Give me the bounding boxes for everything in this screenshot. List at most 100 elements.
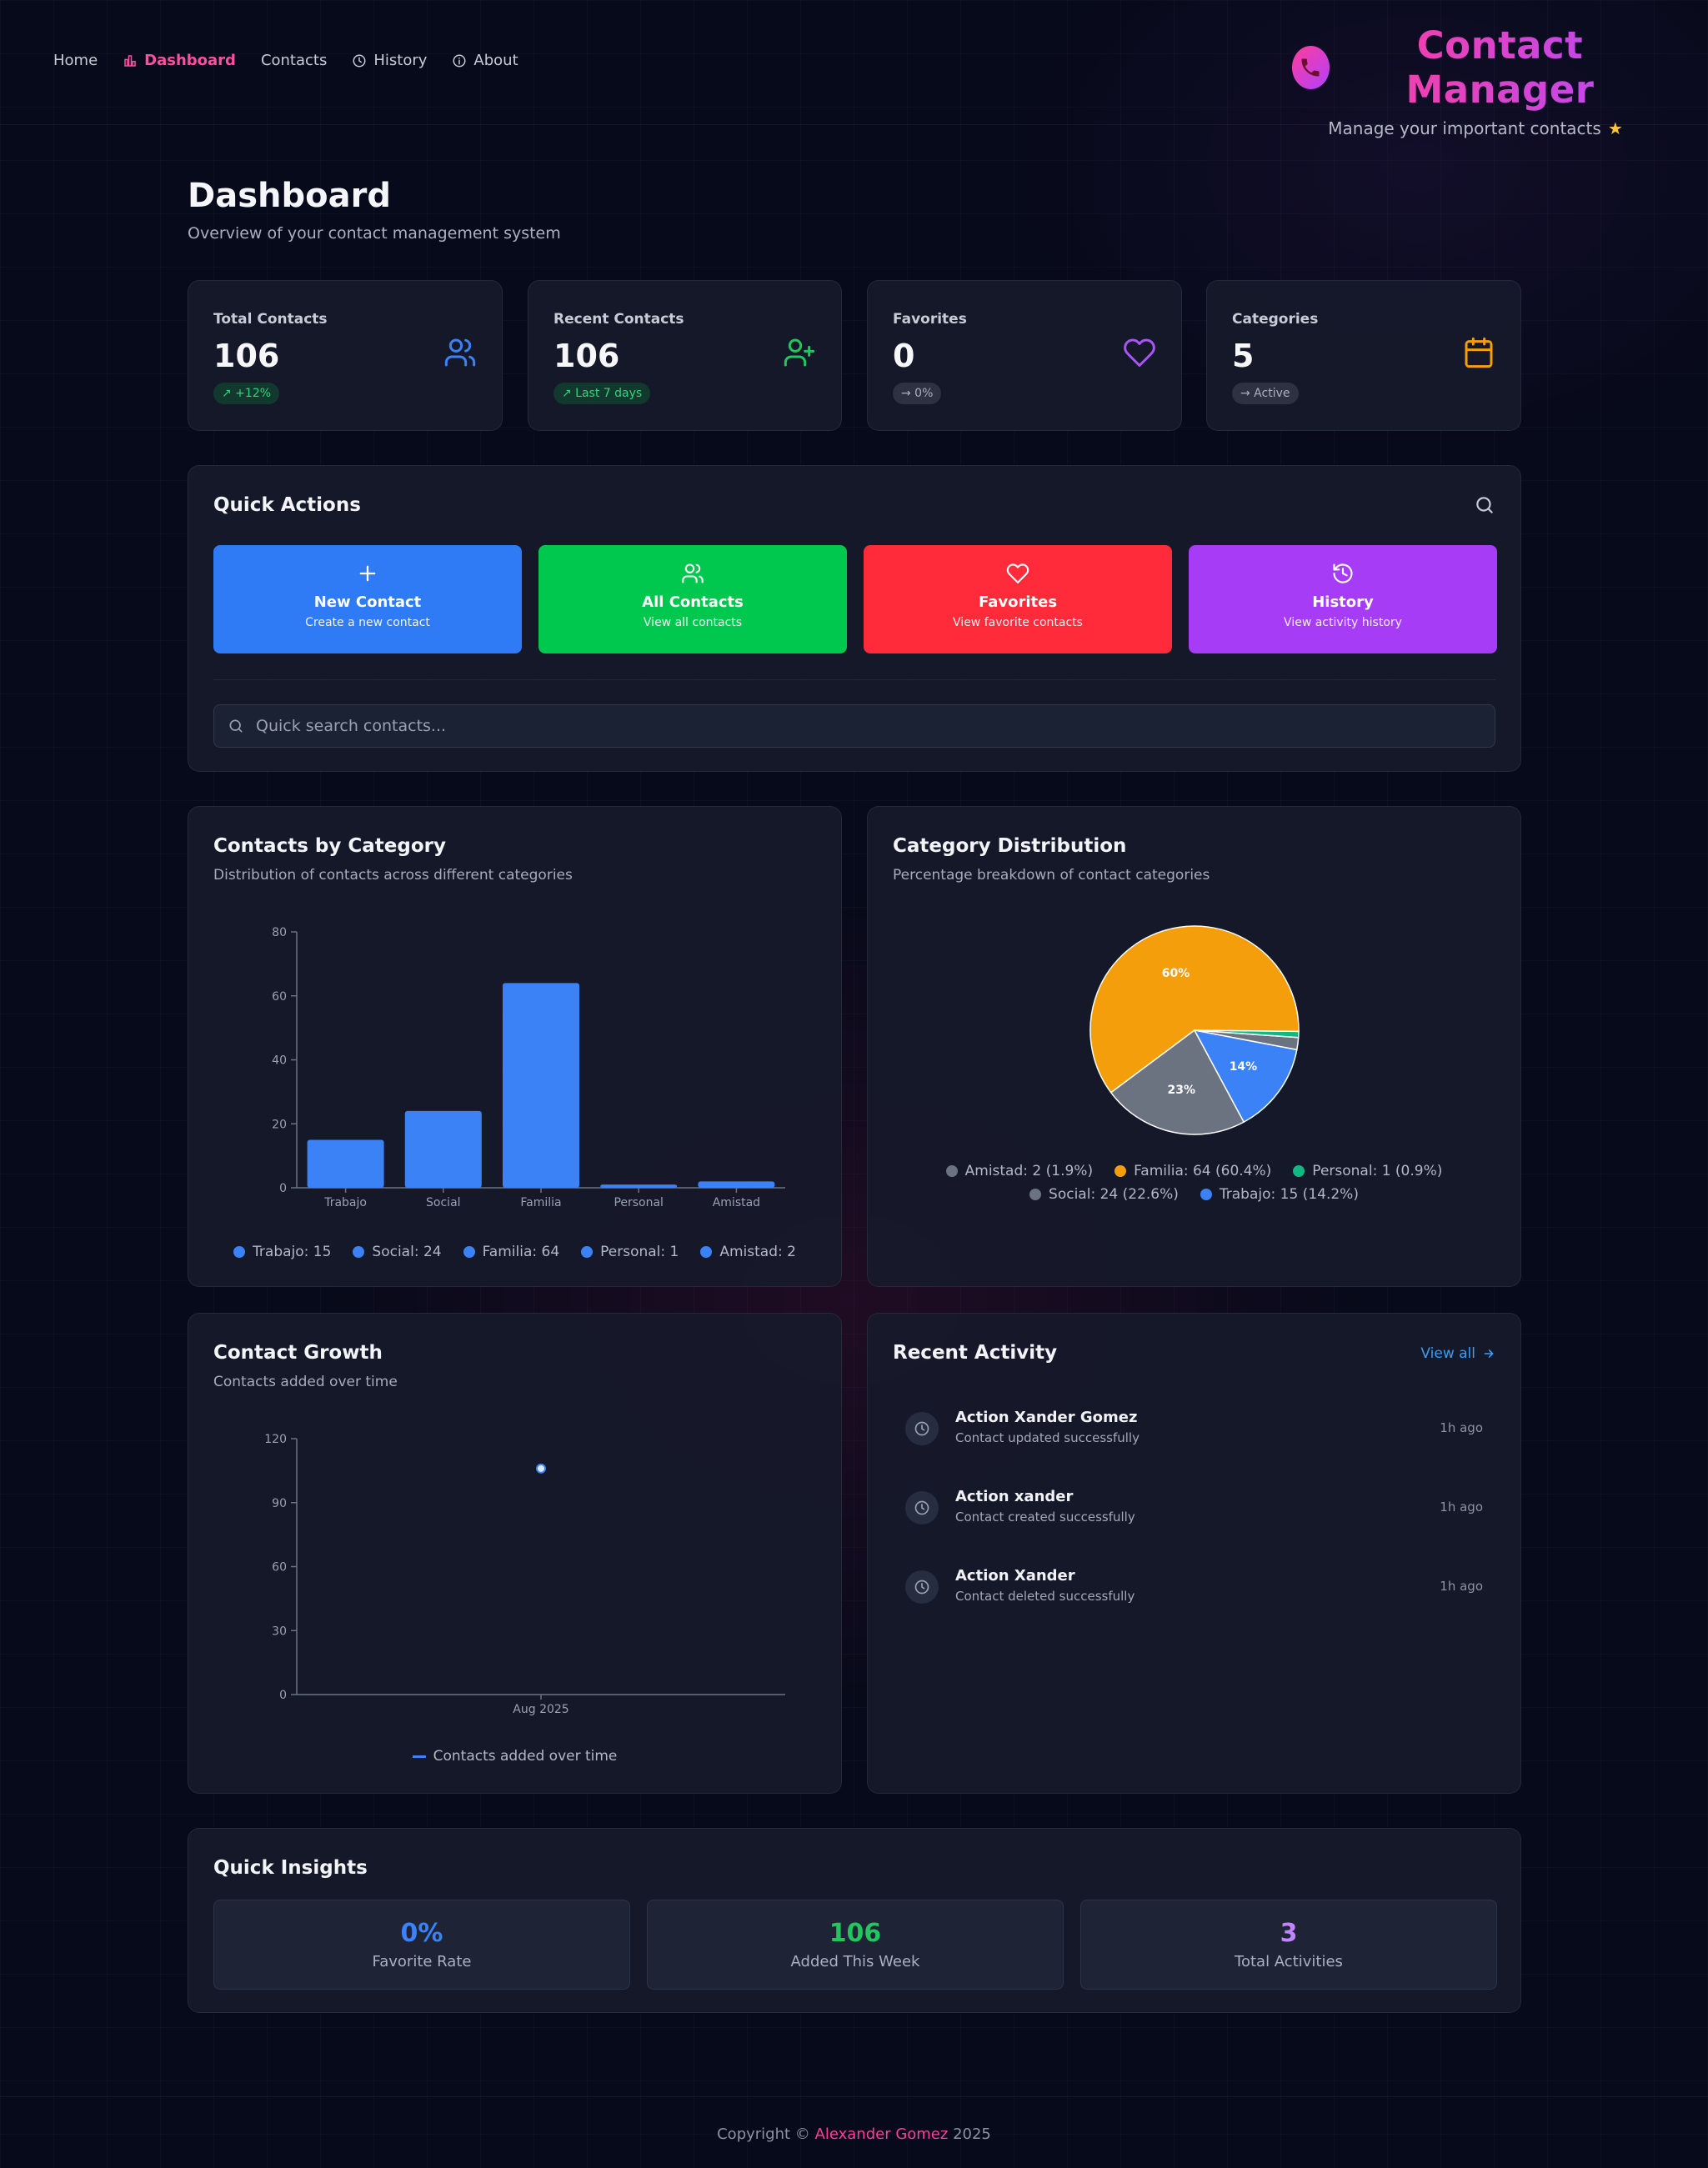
insight-favorite-rate: 0% Favorite Rate (213, 1900, 630, 1990)
y-tick-label: 0 (279, 1689, 287, 1702)
line-point[interactable] (536, 1463, 546, 1474)
y-tick-label: 90 (272, 1497, 287, 1510)
insight-label: Favorite Rate (372, 1953, 472, 1970)
legend-label: Amistad: 2 (719, 1244, 796, 1260)
nav-contacts[interactable]: Contacts (261, 52, 327, 69)
star-icon: ★ (1607, 118, 1623, 138)
line-chart-legend: Contacts added over time (188, 1748, 841, 1765)
stat-label: Categories (1232, 311, 1319, 328)
footer: Copyright © Alexander Gomez 2025 (0, 2125, 1708, 2143)
search-icon[interactable] (1474, 494, 1495, 516)
bar-personal[interactable] (600, 1184, 678, 1188)
section-title: Recent Activity (893, 1342, 1058, 1364)
y-tick-label: 80 (272, 926, 287, 939)
stat-label: Total Contacts (213, 311, 328, 328)
nav-history-label: History (373, 52, 428, 69)
nav-history[interactable]: History (352, 52, 427, 69)
calendar-icon (1465, 337, 1493, 368)
button-title: All Contacts (642, 593, 744, 611)
app-header: Home Dashboard Contacts History About Co… (0, 0, 1708, 138)
legend-dot (1200, 1189, 1212, 1200)
activity-item[interactable]: Action xander Contact created successful… (905, 1483, 1483, 1541)
section-title: Quick Actions (213, 494, 361, 516)
nav-dashboard[interactable]: Dashboard (123, 52, 236, 69)
stat-value: 5 (1232, 338, 1255, 374)
activity-time: 1h ago (1440, 1500, 1483, 1515)
favorites-button[interactable]: Favorites View favorite contacts (864, 545, 1172, 653)
legend-label: Personal: 1 (600, 1244, 679, 1260)
bar-amistad[interactable] (698, 1181, 775, 1188)
nav-dashboard-label: Dashboard (144, 52, 236, 69)
stat-card-favorites: Favorites 0 → 0% (867, 280, 1182, 431)
phone-icon (1301, 58, 1320, 77)
insight-added-this-week: 106 Added This Week (647, 1900, 1064, 1990)
button-title: New Contact (313, 593, 422, 611)
page-subtitle: Overview of your contact management syst… (188, 224, 561, 243)
y-tick-label: 30 (272, 1625, 287, 1638)
clock-icon (353, 54, 366, 67)
quick-search-field[interactable] (213, 704, 1495, 748)
legend-item: Contacts added over time (412, 1748, 618, 1765)
view-all-link[interactable]: View all (1420, 1345, 1495, 1362)
legend-dot (700, 1246, 713, 1258)
bar-social[interactable] (404, 1110, 482, 1188)
legend-dot (233, 1246, 246, 1258)
quick-actions-panel: Quick Actions New Contact Create a new c… (188, 465, 1521, 772)
bar-familia[interactable] (503, 983, 579, 1188)
y-tick-label: 40 (272, 1054, 287, 1068)
legend-item: Personal: 1 (581, 1244, 679, 1260)
legend-item: Personal: 1 (0.9%) (1293, 1163, 1442, 1179)
activity-item[interactable]: Action Xander Contact deleted successful… (905, 1562, 1483, 1620)
status-badge: ↗ Last 7 days (553, 383, 651, 404)
legend-item: Familia: 64 (60.4%) (1114, 1163, 1271, 1179)
legend-line-swatch (412, 1755, 426, 1758)
activity-title: Action Xander (955, 1567, 1075, 1585)
legend-label: Contacts added over time (433, 1748, 618, 1765)
stat-value: 106 (213, 338, 280, 374)
new-contact-button[interactable]: New Contact Create a new contact (213, 545, 522, 653)
arrow-right-icon (1484, 1349, 1494, 1358)
brand-logo[interactable] (1292, 46, 1330, 89)
bar-chart-icon (124, 54, 136, 67)
legend-dot (463, 1246, 475, 1258)
clock-icon (914, 1580, 929, 1595)
insight-label: Added This Week (790, 1953, 920, 1970)
nav-about[interactable]: About (452, 52, 518, 69)
status-badge: ↗ +12% (213, 383, 280, 404)
activity-subtitle: Contact created successfully (955, 1510, 1135, 1525)
status-badge: → 0% (893, 383, 942, 404)
main-nav: Home Dashboard Contacts History About (53, 52, 518, 69)
legend-label: Personal: 1 (0.9%) (1312, 1163, 1443, 1179)
line-chart: 0 30 60 90 120 Aug 2025 (264, 1433, 785, 1716)
legend-item: Social: 24 (353, 1244, 442, 1260)
y-tick-label: 120 (264, 1433, 287, 1446)
activity-icon (905, 1412, 939, 1445)
quick-search-input[interactable] (256, 717, 1423, 735)
history-button[interactable]: History View activity history (1189, 545, 1497, 653)
all-contacts-button[interactable]: All Contacts View all contacts (538, 545, 847, 653)
legend-item: Familia: 64 (463, 1244, 560, 1260)
legend-item: Trabajo: 15 (233, 1244, 331, 1260)
x-tick-label: Social (426, 1196, 461, 1209)
y-tick-label: 0 (279, 1182, 287, 1195)
button-subtitle: View all contacts (643, 616, 743, 629)
user-plus-icon (784, 338, 815, 367)
legend-dot (945, 1165, 958, 1177)
button-subtitle: Create a new contact (305, 616, 430, 629)
activity-subtitle: Contact updated successfully (955, 1430, 1140, 1445)
legend-label: Familia: 64 (482, 1244, 560, 1260)
contact-growth-card: Contact Growth Contacts added over time … (188, 1313, 842, 1794)
bar-trabajo[interactable] (307, 1139, 384, 1188)
clock-icon (914, 1421, 929, 1436)
activity-item[interactable]: Action Xander Gomez Contact updated succ… (905, 1404, 1483, 1462)
legend-label: Familia: 64 (60.4%) (1134, 1163, 1272, 1179)
insight-total-activities: 3 Total Activities (1080, 1900, 1497, 1990)
contacts-by-category-card: Contacts by Category Distribution of con… (188, 806, 842, 1287)
activity-subtitle: Contact deleted successfully (955, 1589, 1135, 1604)
nav-home[interactable]: Home (53, 52, 98, 69)
stat-card-categories: Categories 5 → Active (1206, 280, 1521, 431)
author-link[interactable]: Alexander Gomez (815, 2125, 949, 2143)
legend-dot (1029, 1189, 1042, 1200)
history-icon (1333, 563, 1353, 583)
insight-value: 0% (400, 1919, 443, 1948)
